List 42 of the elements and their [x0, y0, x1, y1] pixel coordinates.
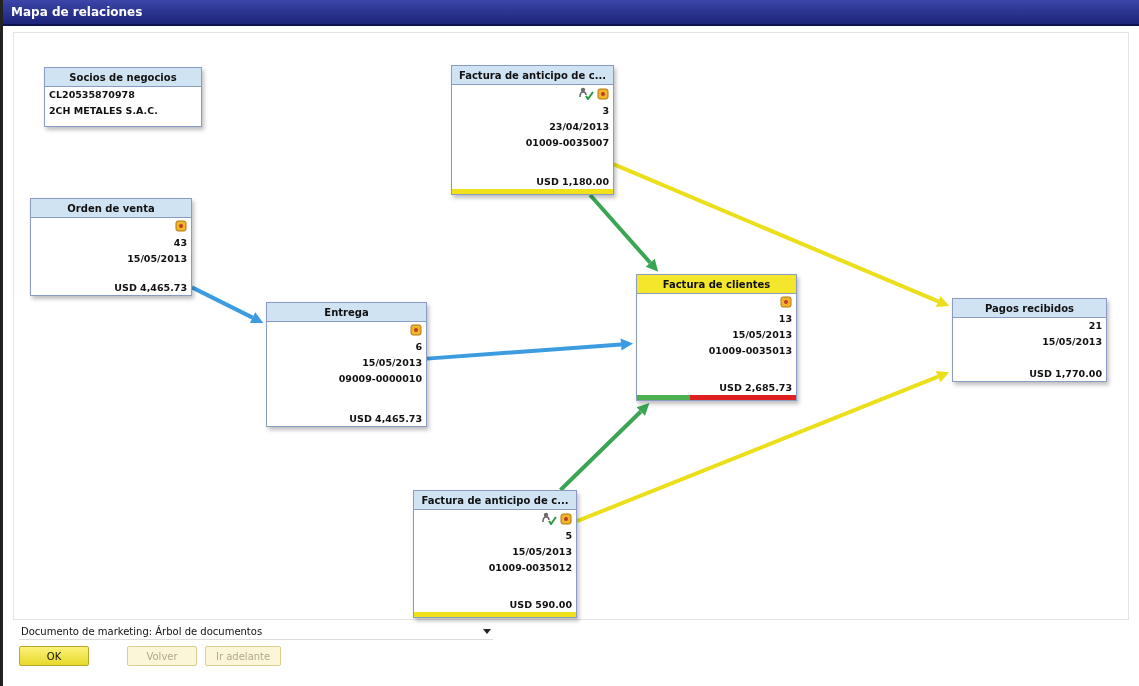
- node-field: 23/04/2013: [549, 121, 609, 132]
- node-header: Factura de anticipo de c...: [414, 491, 576, 510]
- node-field: USD 4,465.73: [114, 282, 187, 293]
- node-field: 01009-0035012: [488, 562, 572, 573]
- node-field: USD 590.00: [509, 599, 572, 610]
- document-node[interactable]: Socios de negocios CL20535870978 2CH METALES S.A.C.: [44, 67, 202, 127]
- caret-icon: [483, 629, 491, 634]
- node-header: Pagos recibidos: [953, 299, 1106, 318]
- node-field: 5: [565, 530, 572, 541]
- node-field: 15/05/2013: [362, 357, 422, 368]
- view-dropdown[interactable]: Documento de marketing: Árbol de documentos: [19, 624, 493, 640]
- document-node[interactable]: Pagos recibidos 21 15/05/2013 USD 1,770.00: [952, 298, 1107, 382]
- node-field: 01009-0035013: [708, 345, 792, 356]
- node-field: 15/05/2013: [512, 546, 572, 557]
- dialog-button[interactable]: OK: [19, 646, 89, 666]
- document-node[interactable]: Orden de venta 43 15/05/2013 USD 4,465.73: [30, 198, 192, 296]
- node-field: USD 1,770.00: [1029, 368, 1102, 379]
- window-title: Mapa de relaciones: [11, 5, 143, 19]
- node-field: 15/05/2013: [1042, 336, 1102, 347]
- document-node[interactable]: Factura de clientes 13 15/05/2013 01009-0035013 USD 2,685.73: [636, 274, 797, 401]
- node-field: USD 4,465.73: [349, 413, 422, 424]
- node-field: 6: [415, 341, 422, 352]
- node-header: Factura de clientes: [637, 275, 796, 294]
- node-header: Factura de anticipo de c...: [452, 66, 613, 85]
- node-field: 43: [173, 237, 187, 248]
- node-field: 21: [1088, 320, 1102, 331]
- node-header: Entrega: [267, 303, 426, 322]
- node-header: Socios de negocios: [45, 68, 201, 87]
- node-field: USD 2,685.73: [719, 382, 792, 393]
- document-node[interactable]: Factura de anticipo de c... 3 23/04/2013 01009-0035007 USD 1,180.00: [451, 65, 614, 195]
- node-field: 01009-0035007: [525, 137, 609, 148]
- node-header: Orden de venta: [31, 199, 191, 218]
- node-field: 09009-0000010: [338, 373, 422, 384]
- node-field: USD 1,180.00: [536, 176, 609, 187]
- node-field: 15/05/2013: [732, 329, 792, 340]
- node-field: 15/05/2013: [127, 253, 187, 264]
- node-field: 13: [778, 313, 792, 324]
- document-node[interactable]: Factura de anticipo de c... 5 15/05/2013 01009-0035012 USD 590.00: [413, 490, 577, 618]
- document-node[interactable]: Entrega 6 15/05/2013 09009-0000010 USD 4,465.73: [266, 302, 427, 427]
- node-field: 2CH METALES S.A.C.: [49, 105, 158, 116]
- node-field: CL20535870978: [49, 89, 135, 100]
- node-field: 3: [602, 105, 609, 116]
